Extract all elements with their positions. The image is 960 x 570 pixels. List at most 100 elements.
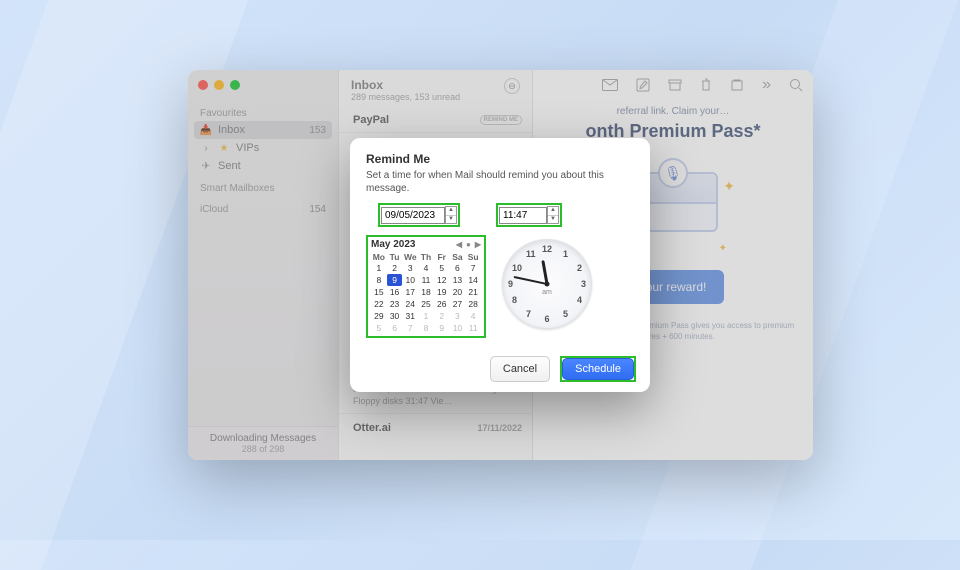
cal-day[interactable]: 9 (434, 322, 450, 334)
cal-day[interactable]: 7 (465, 262, 481, 274)
time-stepper[interactable]: ▲▼ (547, 206, 559, 224)
cal-day[interactable]: 22 (371, 298, 387, 310)
sidebar-item-inbox[interactable]: 📥 Inbox 153 (194, 121, 332, 139)
cal-day[interactable]: 26 (434, 298, 450, 310)
compose-icon[interactable] (636, 78, 650, 92)
message-row[interactable]: PayPal REMIND ME (339, 106, 532, 133)
cal-day[interactable]: 10 (450, 322, 466, 334)
cal-day[interactable]: 29 (371, 310, 387, 322)
cal-day[interactable]: 6 (387, 322, 403, 334)
cal-day[interactable]: 8 (371, 274, 387, 286)
sidebar-item-label: Inbox (218, 124, 245, 136)
cal-day[interactable]: 5 (371, 322, 387, 334)
cal-day[interactable]: 25 (418, 298, 434, 310)
cal-day[interactable]: 27 (450, 298, 466, 310)
cal-day[interactable]: 3 (450, 310, 466, 322)
minimize-window[interactable] (214, 80, 224, 90)
clock-picker[interactable]: 1212 345 678 91011 am (502, 235, 592, 329)
sent-icon: ✈ (200, 160, 212, 172)
search-icon[interactable] (789, 78, 803, 92)
cal-day[interactable]: 17 (402, 286, 418, 298)
message-row[interactable]: Otter.ai 17/11/2022 (339, 414, 532, 440)
sidebar-item-vips[interactable]: › ★ VIPs (188, 139, 338, 157)
cal-day[interactable]: 21 (465, 286, 481, 298)
sidebar-item-label: Sent (218, 160, 241, 172)
junk-icon[interactable] (730, 79, 744, 91)
chevron-right-icon: › (200, 142, 212, 154)
cal-day[interactable]: 9 (387, 274, 403, 286)
cal-day[interactable]: 6 (450, 262, 466, 274)
cal-day[interactable]: 23 (387, 298, 403, 310)
more-icon[interactable]: » (762, 76, 771, 94)
filter-icon[interactable]: ⊖ (504, 78, 520, 94)
cal-day[interactable]: 18 (418, 286, 434, 298)
inbox-subtitle: 289 messages, 153 unread (351, 92, 460, 102)
trash-icon[interactable] (700, 78, 712, 92)
sidebar-item-sent[interactable]: ✈ Sent (188, 157, 338, 175)
cal-day[interactable]: 4 (465, 310, 481, 322)
cal-day[interactable]: 12 (434, 274, 450, 286)
cal-day[interactable]: 11 (418, 274, 434, 286)
cal-day[interactable]: 8 (418, 322, 434, 334)
cal-prev-icon[interactable]: ◀ (456, 240, 462, 249)
cal-day[interactable]: 5 (434, 262, 450, 274)
cal-day[interactable]: 30 (387, 310, 403, 322)
cal-day[interactable]: 1 (418, 310, 434, 322)
cancel-button[interactable]: Cancel (490, 356, 550, 382)
message-date: 17/11/2022 (477, 423, 522, 433)
sidebar-item-label: VIPs (236, 142, 259, 154)
cal-day[interactable]: 14 (465, 274, 481, 286)
toolbar: » (533, 70, 813, 100)
cal-day[interactable]: 10 (402, 274, 418, 286)
download-status: Downloading Messages (192, 433, 334, 444)
cal-next-icon[interactable]: ▶ (475, 240, 481, 249)
cal-day[interactable]: 28 (465, 298, 481, 310)
cal-day[interactable]: 2 (387, 262, 403, 274)
time-input[interactable] (499, 207, 547, 224)
minute-hand[interactable] (514, 276, 548, 285)
cal-day[interactable]: 3 (402, 262, 418, 274)
dialog-title: Remind Me (366, 152, 634, 166)
inbox-icon: 📥 (200, 124, 212, 136)
sidebar-section-icloud[interactable]: iCloud 154 (188, 200, 338, 217)
calendar-month: May 2023 (371, 239, 415, 250)
cal-day-header: Fr (434, 252, 450, 262)
calendar-picker[interactable]: May 2023 ◀ ● ▶ MoTuWeThFrSaSu12345678910… (366, 235, 486, 338)
time-field[interactable]: ▲▼ (496, 203, 562, 227)
remind-me-tag: REMIND ME (480, 115, 522, 125)
close-window[interactable] (198, 80, 208, 90)
envelope-icon[interactable] (602, 79, 618, 91)
cal-day[interactable]: 15 (371, 286, 387, 298)
cal-day[interactable]: 11 (465, 322, 481, 334)
date-stepper[interactable]: ▲▼ (445, 206, 457, 224)
cal-day[interactable]: 31 (402, 310, 418, 322)
cal-day-header: Mo (371, 252, 387, 262)
cal-day[interactable]: 13 (450, 274, 466, 286)
message-from: PayPal (353, 114, 389, 126)
cal-day[interactable]: 20 (450, 286, 466, 298)
cal-day-header: Th (418, 252, 434, 262)
ampm-label: am (542, 289, 552, 296)
cal-day[interactable]: 16 (387, 286, 403, 298)
cal-day-header: We (402, 252, 418, 262)
cal-day-header: Tu (387, 252, 403, 262)
download-progress: 288 of 298 (192, 444, 334, 454)
cal-day[interactable]: 4 (418, 262, 434, 274)
inbox-title: Inbox (351, 78, 460, 92)
inbox-badge: 153 (309, 125, 326, 136)
cal-day[interactable]: 24 (402, 298, 418, 310)
sidebar-section-favourites: Favourites (188, 104, 338, 121)
cal-day[interactable]: 7 (402, 322, 418, 334)
icloud-badge: 154 (309, 204, 326, 215)
cal-day[interactable]: 2 (434, 310, 450, 322)
zoom-window[interactable] (230, 80, 240, 90)
cal-day[interactable]: 19 (434, 286, 450, 298)
cal-today-icon[interactable]: ● (466, 240, 471, 249)
schedule-button[interactable]: Schedule (562, 358, 634, 380)
cal-day-header: Sa (450, 252, 466, 262)
date-input[interactable] (381, 207, 445, 224)
archive-icon[interactable] (668, 79, 682, 91)
cal-day[interactable]: 1 (371, 262, 387, 274)
date-field[interactable]: ▲▼ (378, 203, 460, 227)
sidebar: Favourites 📥 Inbox 153 › ★ VIPs ✈ Sent S… (188, 70, 338, 460)
